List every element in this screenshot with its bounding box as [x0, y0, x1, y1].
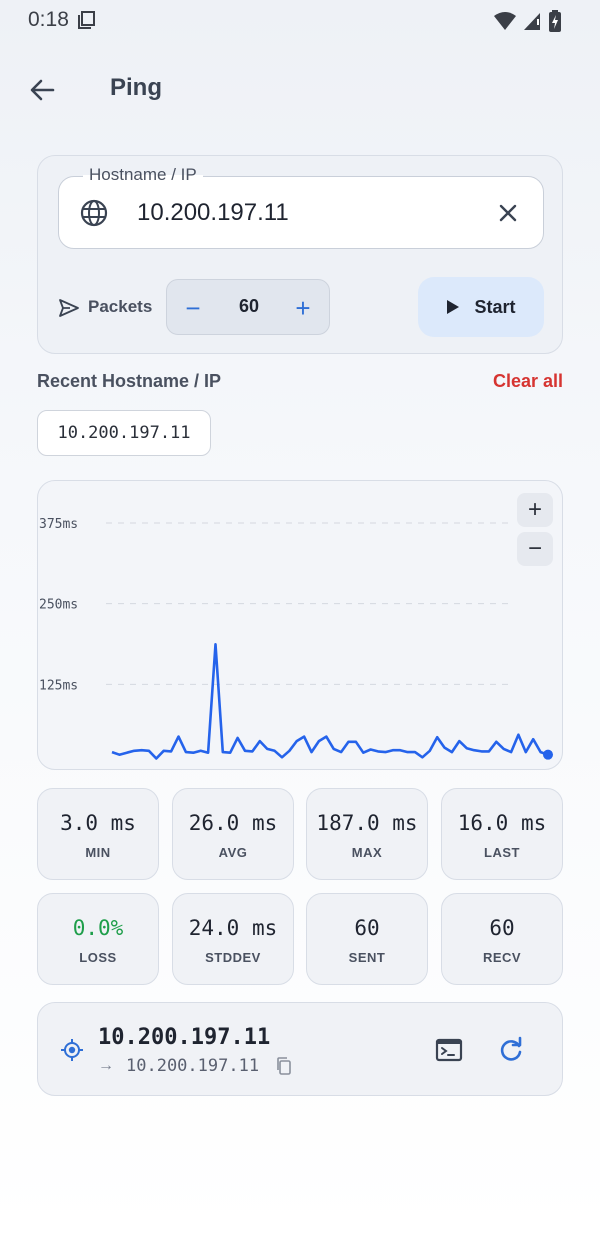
globe-icon — [80, 199, 108, 227]
close-icon — [499, 204, 517, 222]
stat-label: MAX — [351, 845, 383, 860]
y-tick-label: 125ms — [39, 678, 78, 693]
y-tick-label: 375ms — [39, 517, 78, 532]
back-button[interactable] — [24, 72, 60, 108]
packets-value: 60 — [238, 296, 260, 316]
stat-label: RECV — [482, 950, 522, 965]
packets-stepper: − 60 + — [166, 279, 330, 335]
clear-input-button[interactable] — [493, 198, 523, 228]
result-host: 10.200.197.11 — [98, 1025, 271, 1050]
stat-label: LAST — [484, 845, 520, 860]
ping-input-card: Hostname / IP Packets − 60 + Start — [37, 155, 563, 354]
play-icon — [447, 300, 460, 314]
packets-row: Packets − 60 + Start — [58, 277, 544, 337]
status-bar: 0:18 — [0, 0, 600, 42]
page-title: Ping — [110, 74, 162, 101]
resolved-address: 10.200.197.11 — [126, 1056, 260, 1076]
hostname-field: Hostname / IP — [58, 165, 544, 249]
stat-card-max: 187.0 ms MAX — [306, 788, 428, 880]
increment-packets-button[interactable]: + — [283, 286, 323, 330]
app-bar: Ping — [0, 60, 600, 116]
stat-label: MIN — [85, 845, 111, 860]
zoom-out-button[interactable]: − — [517, 532, 553, 566]
resolved-arrow: → — [98, 1057, 114, 1074]
stat-label: AVG — [218, 845, 248, 860]
recent-host-chip[interactable]: 10.200.197.11 — [37, 410, 211, 456]
status-time: 0:18 — [28, 8, 69, 31]
zoom-in-button[interactable]: + — [517, 493, 553, 527]
cell-signal-icon — [524, 13, 540, 30]
hostname-field-label: Hostname / IP — [83, 165, 203, 185]
arrow-back-icon — [30, 79, 55, 101]
stat-card-sent: 60 SENT — [306, 893, 428, 985]
stat-label: LOSS — [79, 950, 117, 965]
packets-label: Packets — [88, 297, 153, 316]
stat-value: 60 — [489, 916, 515, 940]
stat-value: 24.0 ms — [188, 916, 278, 940]
stat-value: 60 — [354, 916, 380, 940]
stat-card-recv: 60 RECV — [441, 893, 563, 985]
copy-icon[interactable] — [276, 1057, 292, 1075]
decrement-packets-button[interactable]: − — [173, 286, 213, 330]
stat-card-last: 16.0 ms LAST — [441, 788, 563, 880]
wifi-icon — [494, 12, 516, 30]
stat-card-avg: 26.0 ms AVG — [172, 788, 294, 880]
stat-value: 16.0 ms — [457, 811, 547, 835]
latency-chart: 375ms 250ms 125ms + − — [37, 480, 563, 770]
clear-all-button[interactable]: Clear all — [493, 371, 563, 392]
refresh-icon[interactable] — [496, 1035, 526, 1065]
stat-label: STDDEV — [205, 950, 261, 965]
last-point-marker — [543, 749, 553, 760]
y-tick-label: 250ms — [39, 598, 78, 613]
stat-card-stddev: 24.0 ms STDDEV — [172, 893, 294, 985]
stat-value: 187.0 ms — [316, 811, 418, 835]
recent-hosts-title: Recent Hostname / IP — [37, 371, 222, 391]
start-button[interactable]: Start — [418, 277, 544, 337]
ping-result-card: 10.200.197.11 → 10.200.197.11 — [37, 1002, 563, 1096]
status-icons — [494, 10, 562, 32]
screen-record-icon — [78, 11, 95, 29]
stat-value: 26.0 ms — [188, 811, 278, 835]
send-icon — [59, 299, 79, 317]
stat-card-min: 3.0 ms MIN — [37, 788, 159, 880]
stat-label: SENT — [348, 950, 386, 965]
latency-line — [111, 643, 549, 760]
hostname-input[interactable] — [137, 195, 477, 231]
stat-value: 0.0% — [72, 916, 124, 940]
latency-chart-svg: 375ms 250ms 125ms — [39, 517, 553, 760]
battery-charging-icon — [549, 10, 561, 32]
start-button-label: Start — [474, 296, 516, 317]
terminal-icon[interactable] — [434, 1035, 464, 1065]
stat-card-loss: 0.0% LOSS — [37, 893, 159, 985]
target-location-icon — [61, 1039, 83, 1061]
stat-value: 3.0 ms — [60, 811, 136, 835]
